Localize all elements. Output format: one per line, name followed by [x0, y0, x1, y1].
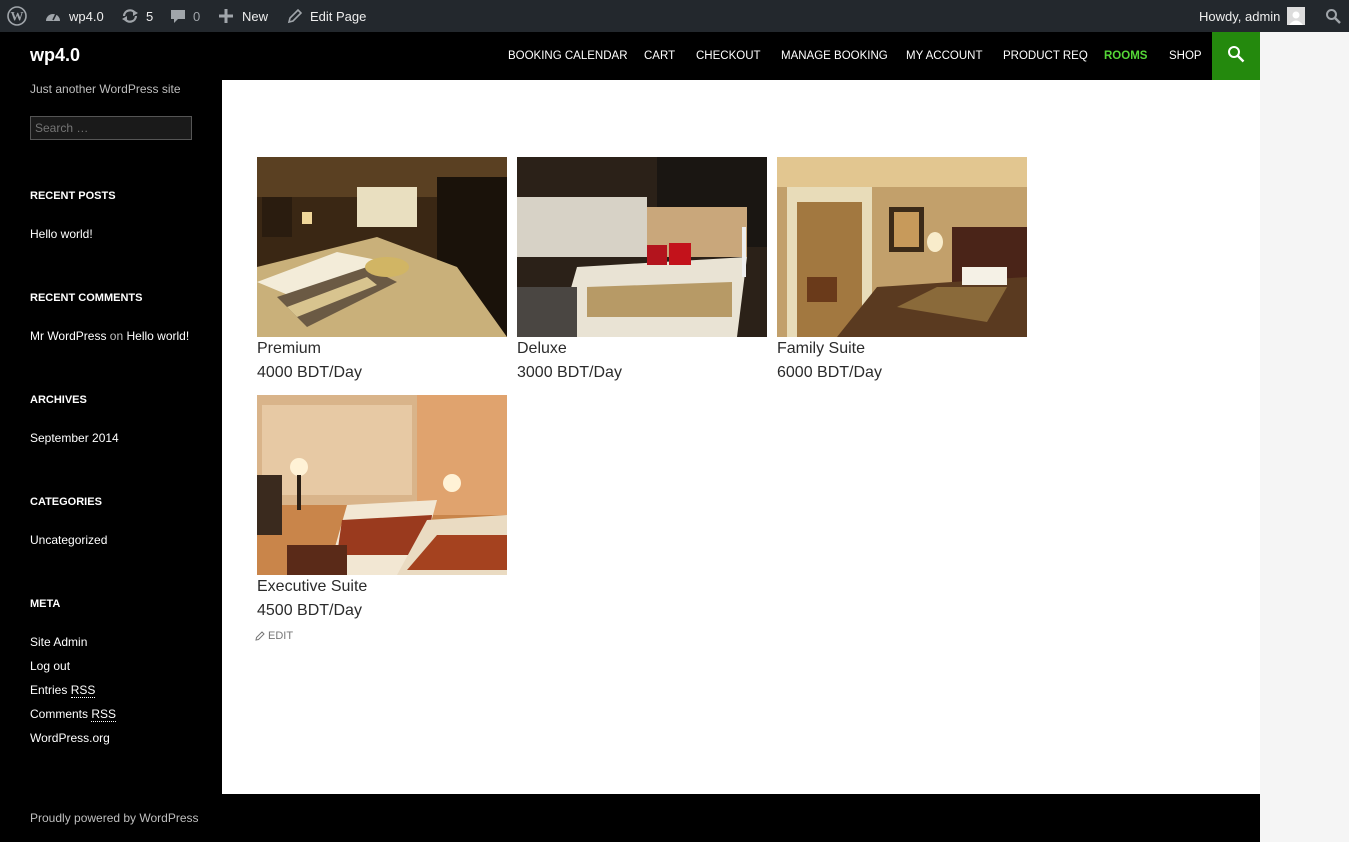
recent-comment-item: Mr WordPress on Hello world! — [30, 329, 189, 343]
footer-credit[interactable]: Proudly powered by WordPress — [30, 811, 199, 825]
recent-post-link[interactable]: Hello world! — [30, 227, 93, 241]
new-label: New — [242, 8, 269, 24]
entries-label: Entries — [30, 683, 68, 697]
svg-text:W: W — [11, 9, 24, 24]
pencil-icon — [255, 631, 265, 641]
admin-search-button[interactable] — [1325, 0, 1341, 32]
nav-booking-calendar[interactable]: Booking Calendar — [508, 32, 628, 80]
meta-wordpress-org-link[interactable]: WordPress.org — [30, 731, 110, 745]
admin-bar: W wp4.0 5 0 New Edit Page Howdy, admin — [0, 0, 1349, 32]
search-icon — [1325, 8, 1341, 24]
account-menu[interactable]: Howdy, admin — [1199, 0, 1306, 32]
sidebar-search-input[interactable] — [30, 116, 192, 140]
search-icon — [1227, 45, 1245, 68]
meta-log-out-link[interactable]: Log out — [30, 659, 70, 673]
categories-title: Categories — [30, 496, 102, 508]
nav-checkout[interactable]: Checkout — [696, 32, 761, 80]
wordpress-logo-button[interactable]: W — [7, 0, 27, 32]
room-name-deluxe[interactable]: Deluxe — [517, 340, 567, 358]
nav-manage-booking[interactable]: Manage Booking — [781, 32, 888, 80]
comments-button[interactable]: 0 — [170, 0, 200, 32]
pencil-icon — [287, 8, 302, 24]
archives-title: Archives — [30, 394, 87, 406]
meta-site-admin-link[interactable]: Site Admin — [30, 635, 87, 649]
room-price-deluxe: 3000 BDT/Day — [517, 364, 622, 381]
room-price-family-suite: 6000 BDT/Day — [777, 364, 882, 381]
nav-cart[interactable]: Cart — [644, 32, 675, 80]
site-name-menu[interactable]: wp4.0 — [44, 0, 104, 32]
new-content-button[interactable]: New — [219, 0, 268, 32]
recent-posts-title: Recent Posts — [30, 190, 116, 202]
updates-button[interactable]: 5 — [121, 0, 153, 32]
nav-product-req[interactable]: Product Req — [1003, 32, 1088, 80]
wordpress-logo-icon: W — [7, 6, 27, 26]
site-tagline: Just another WordPress site — [30, 82, 181, 96]
comment-on-label: on — [109, 329, 124, 343]
dashboard-icon — [44, 8, 62, 24]
meta-comments-rss-link[interactable]: Comments RSS — [30, 707, 117, 722]
room-image-family-suite[interactable] — [777, 157, 1027, 337]
howdy-label: Howdy, admin — [1199, 8, 1281, 24]
comment-bubble-icon — [170, 8, 186, 24]
room-name-family-suite[interactable]: Family Suite — [777, 340, 865, 358]
avatar — [1287, 7, 1306, 25]
comments-count: 0 — [193, 8, 201, 24]
room-price-premium: 4000 BDT/Day — [257, 364, 362, 381]
archive-link[interactable]: September 2014 — [30, 431, 119, 445]
nav-shop[interactable]: Shop — [1169, 32, 1202, 80]
room-image-executive-suite[interactable] — [257, 395, 507, 575]
room-price-executive-suite: 4500 BDT/Day — [257, 602, 362, 619]
category-link[interactable]: Uncategorized — [30, 533, 107, 547]
rss-abbr: RSS — [70, 683, 96, 698]
nav-rooms[interactable]: Rooms — [1104, 32, 1147, 80]
edit-page-button[interactable]: Edit Page — [287, 0, 366, 32]
room-image-deluxe[interactable] — [517, 157, 767, 337]
edit-page-link[interactable]: Edit — [255, 630, 293, 642]
comment-post-link[interactable]: Hello world! — [127, 329, 190, 343]
updates-count: 5 — [146, 8, 154, 24]
site-title[interactable]: wp4.0 — [30, 45, 80, 66]
updates-icon — [121, 8, 139, 24]
site-name-label: wp4.0 — [69, 8, 104, 24]
room-image-premium[interactable] — [257, 157, 507, 337]
comment-author-link[interactable]: Mr WordPress — [30, 329, 106, 343]
room-name-premium[interactable]: Premium — [257, 340, 321, 358]
recent-comments-title: Recent Comments — [30, 292, 143, 304]
search-toggle-button[interactable] — [1212, 32, 1260, 80]
plus-icon — [219, 9, 233, 23]
meta-entries-rss-link[interactable]: Entries RSS — [30, 683, 96, 698]
nav-my-account[interactable]: My Account — [906, 32, 982, 80]
edit-page-label: Edit Page — [310, 8, 367, 24]
comments-label: Comments — [30, 707, 89, 721]
meta-title: Meta — [30, 598, 61, 610]
edit-label: Edit — [268, 630, 294, 642]
rss-abbr: RSS — [91, 707, 117, 722]
room-name-executive-suite[interactable]: Executive Suite — [257, 578, 367, 596]
